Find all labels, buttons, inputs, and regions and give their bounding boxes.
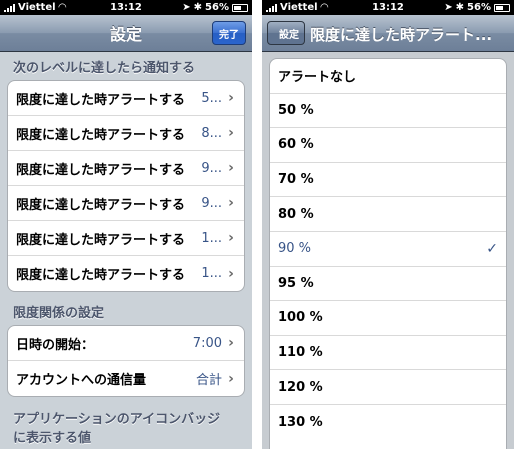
option-label: アラートなし <box>278 70 357 86</box>
row-value: 1... <box>201 230 222 246</box>
settings-screen: Viettel ◠ 13:12 ➤ ✱ 56% 設定 完了 次のレベルに達したら… <box>0 0 252 449</box>
chevron-right-icon: › <box>228 265 234 282</box>
alert-level-row-3[interactable]: 限度に達した時アラートする 9... › <box>8 151 244 186</box>
carrier-label: Viettel <box>280 2 318 13</box>
row-label: 日時の開始： <box>16 337 95 353</box>
option-none[interactable]: アラートなし <box>270 59 506 94</box>
row-value: 9... <box>201 160 222 176</box>
wifi-icon: ◠ <box>320 2 329 13</box>
alert-level-row-6[interactable]: 限度に達した時アラートする 1... › <box>8 256 244 291</box>
row-label: 限度に達した時アラートする <box>16 197 186 213</box>
option-label: 130 % <box>278 414 323 430</box>
done-button[interactable]: 完了 <box>212 21 246 45</box>
option-130[interactable]: 130 % <box>270 405 506 440</box>
option-label: 80 % <box>278 206 314 222</box>
status-time: 13:12 <box>372 2 404 13</box>
row-label: 限度に達した時アラートする <box>16 127 186 143</box>
limit-settings-group: 日時の開始： 7:00 › アカウントへの通信量 合計 › <box>7 325 245 397</box>
row-value: 9... <box>201 195 222 211</box>
option-120[interactable]: 120 % <box>270 370 506 405</box>
section-header-limit-settings: 限度関係の設定 <box>13 306 105 321</box>
option-110[interactable]: 110 % <box>270 336 506 371</box>
section-header-badge-line2: に表示する値 <box>13 431 92 446</box>
option-80[interactable]: 80 % <box>270 197 506 232</box>
status-bar: Viettel ◠ 13:12 ➤ ✱ 56% <box>262 0 514 15</box>
option-label: 120 % <box>278 379 323 395</box>
chevron-right-icon: › <box>228 160 234 176</box>
row-label: 限度に達した時アラートする <box>16 268 186 283</box>
battery-icon <box>231 3 248 12</box>
page-title: 限度に達した時アラート... <box>310 26 493 44</box>
bluetooth-icon: ✱ <box>455 2 465 13</box>
row-value: 合計 <box>195 373 222 388</box>
row-label: アカウントへの通信量 <box>16 373 147 388</box>
row-value: 5... <box>201 90 222 106</box>
status-bar: Viettel ◠ 13:12 ➤ ✱ 56% <box>0 0 252 15</box>
start-date-row[interactable]: 日時の開始： 7:00 › <box>8 326 244 361</box>
page-title: 設定 <box>109 25 142 44</box>
alert-options-list: アラートなし 50 % 60 % 70 % 80 % 90 % ✓ 95 % 1… <box>269 58 507 449</box>
row-label: 限度に達した時アラートする <box>16 92 186 108</box>
chevron-right-icon: › <box>228 230 234 246</box>
location-icon: ➤ <box>182 2 191 13</box>
bluetooth-icon: ✱ <box>193 2 203 13</box>
chevron-right-icon: › <box>228 195 234 211</box>
signal-icon <box>4 3 15 12</box>
account-traffic-row[interactable]: アカウントへの通信量 合計 › <box>8 361 244 396</box>
signal-icon <box>266 3 277 12</box>
row-label: 限度に達した時アラートする <box>16 162 186 178</box>
alert-levels-group: 限度に達した時アラートする 5... › 限度に達した時アラートする 8... … <box>7 80 245 292</box>
option-100[interactable]: 100 % <box>270 301 506 336</box>
row-value: 1... <box>201 266 222 281</box>
option-50[interactable]: 50 % <box>270 94 506 129</box>
option-label: 95 % <box>278 275 314 291</box>
section-header-notify: 次のレベルに達したら通知する <box>13 61 196 76</box>
battery-percent: 56% <box>205 2 229 13</box>
option-95[interactable]: 95 % <box>270 267 506 302</box>
location-icon: ➤ <box>444 2 453 13</box>
option-label: 50 % <box>278 102 314 118</box>
alert-level-row-5[interactable]: 限度に達した時アラートする 1... › <box>8 221 244 256</box>
carrier-label: Viettel <box>18 2 56 13</box>
row-value: 7:00 <box>192 335 222 351</box>
option-90[interactable]: 90 % ✓ <box>270 232 506 267</box>
status-time: 13:12 <box>110 2 142 13</box>
wifi-icon: ◠ <box>58 2 67 13</box>
option-label: 60 % <box>278 137 314 153</box>
chevron-right-icon: › <box>228 370 234 387</box>
option-label: 70 % <box>278 172 314 188</box>
option-label: 110 % <box>278 345 323 361</box>
row-value: 8... <box>201 125 222 141</box>
alert-level-row-1[interactable]: 限度に達した時アラートする 5... › <box>8 81 244 116</box>
alert-level-screen: Viettel ◠ 13:12 ➤ ✱ 56% 設定 限度に達した時アラート..… <box>262 0 514 449</box>
alert-level-row-2[interactable]: 限度に達した時アラートする 8... › <box>8 116 244 151</box>
option-70[interactable]: 70 % <box>270 163 506 198</box>
chevron-right-icon: › <box>228 335 234 351</box>
row-label: 限度に達した時アラートする <box>16 232 186 248</box>
chevron-right-icon: › <box>228 90 234 106</box>
option-label: 100 % <box>278 310 323 326</box>
battery-percent: 56% <box>467 2 491 13</box>
option-label: 90 % <box>278 241 312 257</box>
back-button[interactable]: 設定 <box>267 21 305 45</box>
section-header-badge-line1: アプリケーションのアイコンバッジ <box>13 412 221 427</box>
nav-bar: 設定 完了 <box>0 15 252 52</box>
chevron-right-icon: › <box>228 125 234 141</box>
battery-icon <box>493 3 510 12</box>
checkmark-icon: ✓ <box>486 240 498 257</box>
alert-level-row-4[interactable]: 限度に達した時アラートする 9... › <box>8 186 244 221</box>
nav-bar: 設定 限度に達した時アラート... <box>262 15 514 52</box>
option-60[interactable]: 60 % <box>270 128 506 163</box>
